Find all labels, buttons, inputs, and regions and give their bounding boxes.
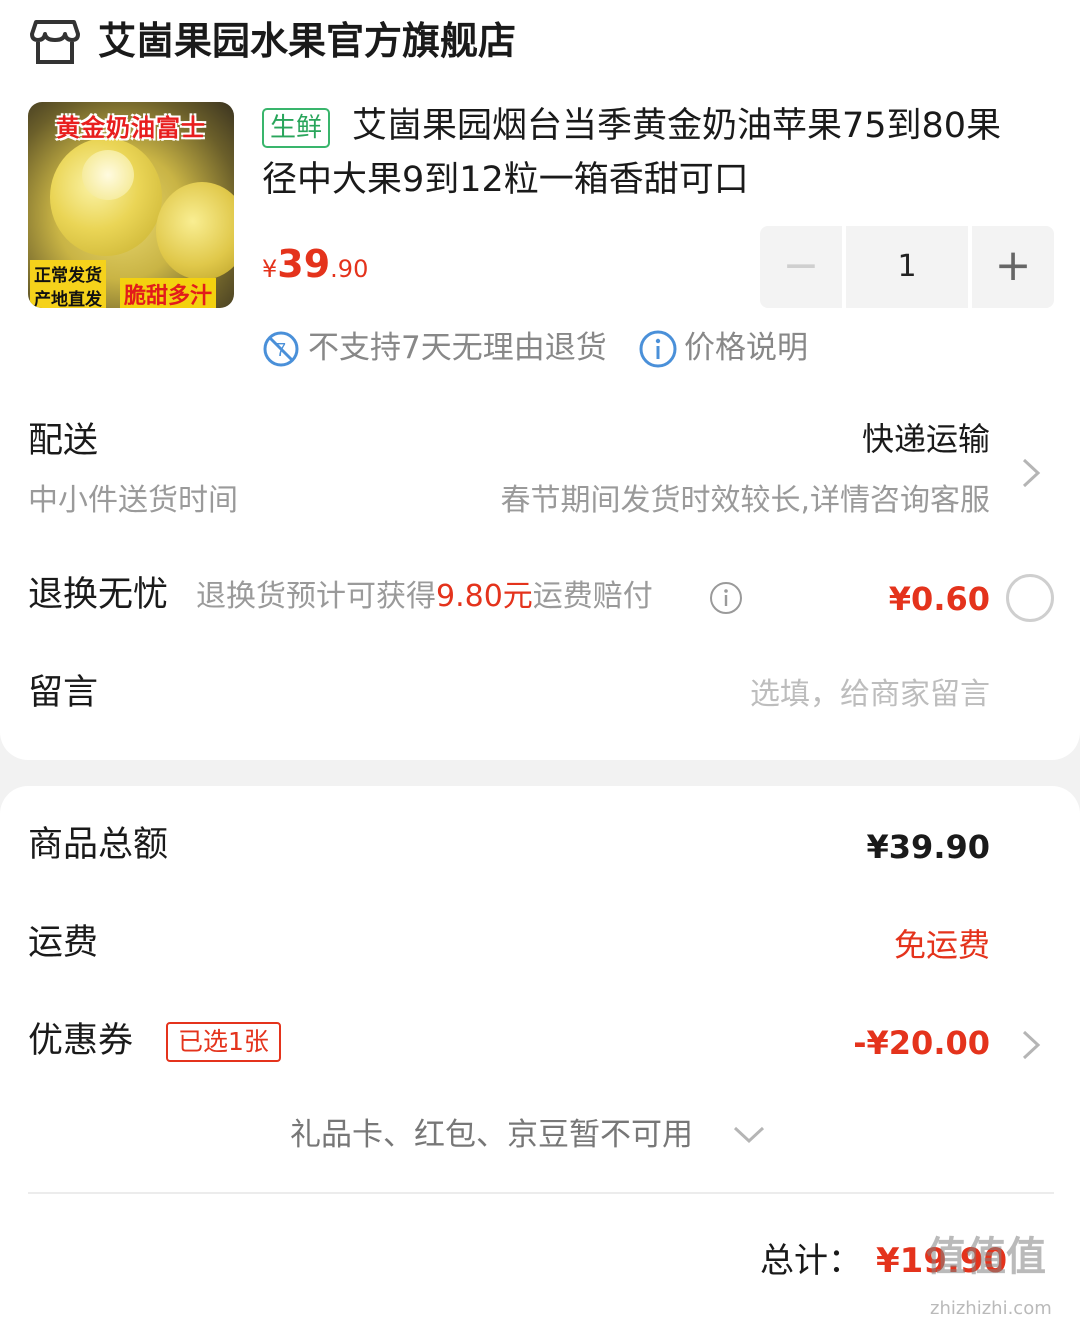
coupon-selected-tag: 已选1张 <box>166 1022 281 1062</box>
price-decimal: .90 <box>330 255 369 283</box>
total-label: 总计： <box>760 1241 862 1281</box>
info-icon[interactable] <box>708 580 744 616</box>
unavailable-payment-text[interactable]: 礼品卡、红包、京豆暂不可用 <box>290 1114 693 1156</box>
chevron-right-icon[interactable] <box>1020 1028 1042 1062</box>
return-desc-suffix: 运费赔付 <box>532 579 653 614</box>
image-origin-tag: 产地直发 <box>30 284 106 308</box>
apple-illustration <box>50 138 162 256</box>
watermark-url: zhizhizhi.com <box>930 1298 1052 1319</box>
return-desc-prefix: 退换货预计可获得 <box>196 579 436 614</box>
decrease-button[interactable]: − <box>760 226 842 308</box>
price-symbol: ¥ <box>262 255 278 283</box>
return-worry-price: ¥0.60 <box>888 580 990 618</box>
increase-button[interactable]: + <box>972 226 1054 308</box>
fresh-badge: 生鲜 <box>262 108 330 148</box>
product-image[interactable]: 黄金奶油富士 正常发货 产地直发 脆甜多汁 <box>28 102 234 308</box>
store-icon <box>30 18 80 66</box>
chevron-down-icon[interactable] <box>732 1122 766 1148</box>
chevron-right-icon[interactable] <box>1020 456 1042 490</box>
product-price: ¥39.90 <box>262 242 368 286</box>
shipping-label: 运费 <box>28 923 99 963</box>
return-desc-amount: 9.80元 <box>436 579 533 614</box>
info-icon[interactable] <box>638 330 677 368</box>
goods-total-value: ¥39.90 <box>866 828 990 866</box>
apple-illustration <box>156 182 234 280</box>
image-banner-text: 黄金奶油富士 <box>56 114 206 142</box>
delivery-method[interactable]: 快递运输 <box>862 416 990 462</box>
svg-text:7: 7 <box>276 340 286 360</box>
price-integer: 39 <box>277 242 331 286</box>
no-return-icon: 7 <box>262 330 299 367</box>
quantity-stepper: − 1 + <box>760 226 1054 308</box>
divider <box>28 1192 1054 1194</box>
return-worry-checkbox[interactable] <box>1006 574 1054 622</box>
no-return-text: 不支持7天无理由退货 <box>308 330 607 366</box>
delivery-time-label: 中小件送货时间 <box>28 483 238 518</box>
coupon-label: 优惠券 <box>28 1021 134 1061</box>
return-worry-label: 退换无忧 <box>28 575 169 615</box>
coupon-value[interactable]: -¥20.00 <box>853 1022 990 1064</box>
product-title-line-2[interactable]: 径中大果9到12粒一箱香甜可口 <box>262 158 749 202</box>
watermark-logo: 值值值 <box>926 1234 1046 1280</box>
delivery-label: 配送 <box>28 421 99 461</box>
image-taste-tag: 脆甜多汁 <box>120 278 217 308</box>
image-ship-tag: 正常发货 <box>30 260 106 287</box>
message-input[interactable]: 选填，给商家留言 <box>750 674 990 716</box>
delivery-note: 春节期间发货时效较长,详情咨询客服 <box>500 483 990 518</box>
return-worry-desc: 退换货预计可获得9.80元运费赔付 <box>196 576 653 618</box>
message-label: 留言 <box>28 673 99 713</box>
price-info-link[interactable]: 价格说明 <box>684 326 808 370</box>
quantity-input[interactable]: 1 <box>846 226 968 308</box>
goods-total-label: 商品总额 <box>28 825 169 865</box>
product-title-line-1[interactable]: 艾崮果园烟台当季黄金奶油苹果75到80果 <box>352 104 1001 148</box>
shipping-value: 免运费 <box>893 926 990 964</box>
store-name[interactable]: 艾崮果园水果官方旗舰店 <box>98 16 516 66</box>
